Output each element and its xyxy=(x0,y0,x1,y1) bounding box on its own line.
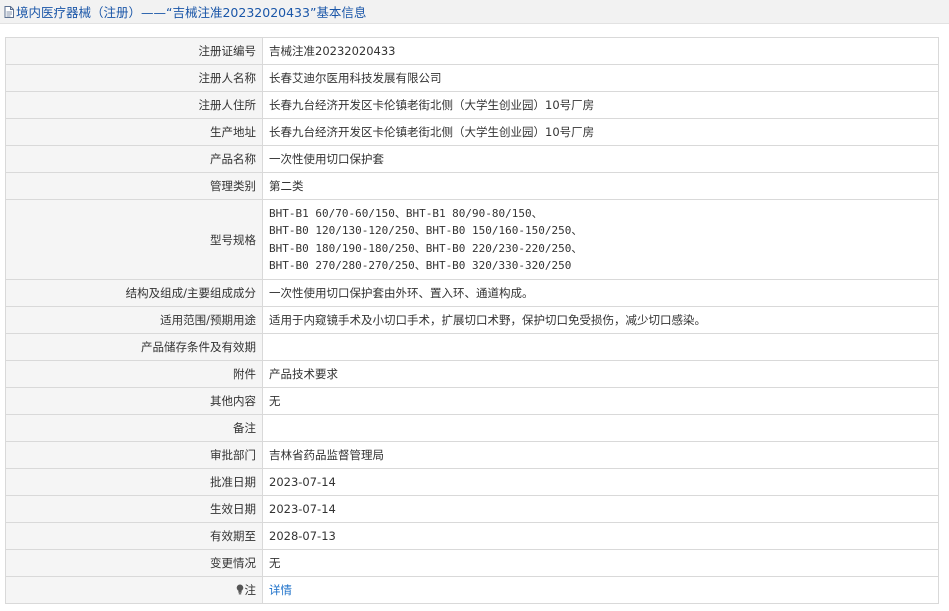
note-label: 注 xyxy=(244,583,257,597)
row-label: 产品储存条件及有效期 xyxy=(5,333,263,361)
row-value: 产品技术要求 xyxy=(262,360,939,388)
row-model-spec: 型号规格 BHT-B1 60/70-60/150、BHT-B1 80/90-80… xyxy=(5,199,939,280)
model-line: BHT-B0 270/280-270/250、BHT-B0 320/330-32… xyxy=(269,259,572,272)
row-value: 第二类 xyxy=(262,172,939,200)
row-approval-department: 审批部门 吉林省药品监督管理局 xyxy=(5,441,939,469)
row-production-address: 生产地址 长春九台经济开发区卡伦镇老街北侧（大学生创业园）10号厂房 xyxy=(5,118,939,146)
row-structure-composition: 结构及组成/主要组成成分 一次性使用切口保护套由外环、置入环、通道构成。 xyxy=(5,279,939,307)
model-line: BHT-B0 120/130-120/250、BHT-B0 150/160-15… xyxy=(269,224,583,237)
row-label: 批准日期 xyxy=(5,468,263,496)
row-label: 注 xyxy=(5,576,263,604)
row-value xyxy=(262,333,939,361)
row-label: 生产地址 xyxy=(5,118,263,146)
row-attachment: 附件 产品技术要求 xyxy=(5,360,939,388)
row-product-name: 产品名称 一次性使用切口保护套 xyxy=(5,145,939,173)
row-intended-use: 适用范围/预期用途 适用于内窥镜手术及小切口手术，扩展切口术野，保护切口免受损伤… xyxy=(5,306,939,334)
page-header: 境内医疗器械（注册）——“吉械注准20232020433”基本信息 xyxy=(0,0,949,24)
row-other-content: 其他内容 无 xyxy=(5,387,939,415)
row-label: 其他内容 xyxy=(5,387,263,415)
row-value: 长春艾迪尔医用科技发展有限公司 xyxy=(262,64,939,92)
model-line: BHT-B1 60/70-60/150、BHT-B1 80/90-80/150、 xyxy=(269,206,543,220)
row-label: 型号规格 xyxy=(5,199,263,280)
details-link[interactable]: 详情 xyxy=(269,583,292,597)
row-label: 结构及组成/主要组成成分 xyxy=(5,279,263,307)
row-label: 备注 xyxy=(5,414,263,442)
row-value: 吉械注准20232020433 xyxy=(262,37,939,65)
row-label: 注册人住所 xyxy=(5,91,263,119)
row-value: 适用于内窥镜手术及小切口手术，扩展切口术野，保护切口免受损伤，减少切口感染。 xyxy=(262,306,939,334)
row-registrant-address: 注册人住所 长春九台经济开发区卡伦镇老街北侧（大学生创业园）10号厂房 xyxy=(5,91,939,119)
row-label: 注册人名称 xyxy=(5,64,263,92)
row-note: 注 详情 xyxy=(5,576,939,604)
document-icon xyxy=(4,5,14,18)
row-value: 吉林省药品监督管理局 xyxy=(262,441,939,469)
row-value: 无 xyxy=(262,387,939,415)
row-label: 适用范围/预期用途 xyxy=(5,306,263,334)
row-value: 无 xyxy=(262,549,939,577)
lightbulb-icon xyxy=(236,584,244,595)
row-registration-number: 注册证编号 吉械注准20232020433 xyxy=(5,37,939,65)
row-value: 2028-07-13 xyxy=(262,522,939,550)
row-label: 生效日期 xyxy=(5,495,263,523)
row-label: 变更情况 xyxy=(5,549,263,577)
row-label: 有效期至 xyxy=(5,522,263,550)
row-valid-until: 有效期至 2028-07-13 xyxy=(5,522,939,550)
device-info-table: 注册证编号 吉械注准20232020433 注册人名称 长春艾迪尔医用科技发展有… xyxy=(5,37,939,604)
row-label: 审批部门 xyxy=(5,441,263,469)
row-value: 一次性使用切口保护套 xyxy=(262,145,939,173)
row-value: 2023-07-14 xyxy=(262,468,939,496)
row-value: 详情 xyxy=(262,576,939,604)
row-label: 附件 xyxy=(5,360,263,388)
row-value: 一次性使用切口保护套由外环、置入环、通道构成。 xyxy=(262,279,939,307)
row-approval-date: 批准日期 2023-07-14 xyxy=(5,468,939,496)
row-label: 管理类别 xyxy=(5,172,263,200)
row-change-status: 变更情况 无 xyxy=(5,549,939,577)
row-management-category: 管理类别 第二类 xyxy=(5,172,939,200)
row-value: 长春九台经济开发区卡伦镇老街北侧（大学生创业园）10号厂房 xyxy=(262,91,939,119)
row-remarks: 备注 xyxy=(5,414,939,442)
model-line: BHT-B0 180/190-180/250、BHT-B0 220/230-22… xyxy=(269,241,583,255)
row-effective-date: 生效日期 2023-07-14 xyxy=(5,495,939,523)
row-storage-conditions: 产品储存条件及有效期 xyxy=(5,333,939,361)
row-value: BHT-B1 60/70-60/150、BHT-B1 80/90-80/150、… xyxy=(262,199,939,280)
row-label: 产品名称 xyxy=(5,145,263,173)
row-label: 注册证编号 xyxy=(5,37,263,65)
row-value: 2023-07-14 xyxy=(262,495,939,523)
row-value: 长春九台经济开发区卡伦镇老街北侧（大学生创业园）10号厂房 xyxy=(262,118,939,146)
page-title: 境内医疗器械（注册）——“吉械注准20232020433”基本信息 xyxy=(16,5,367,20)
row-value xyxy=(262,414,939,442)
row-registrant-name: 注册人名称 长春艾迪尔医用科技发展有限公司 xyxy=(5,64,939,92)
